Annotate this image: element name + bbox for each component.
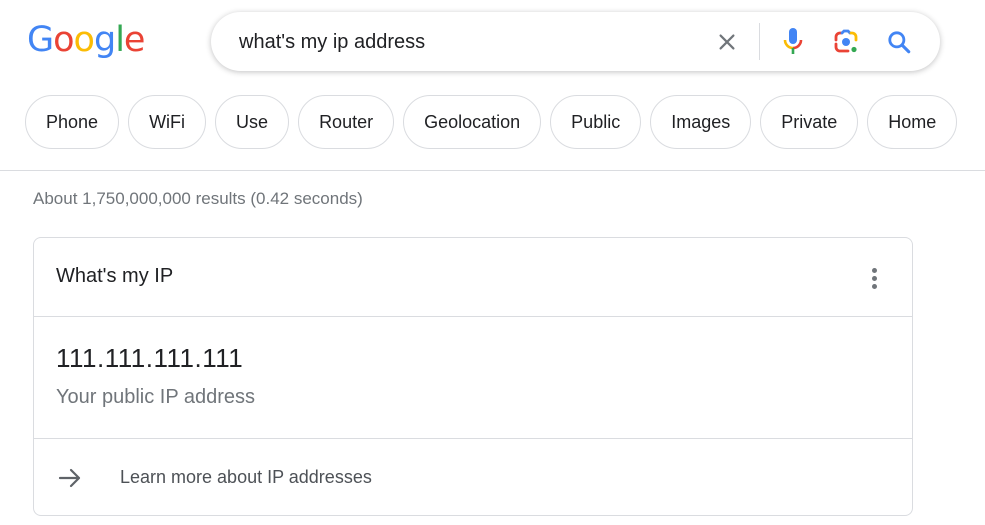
chip-public[interactable]: Public (550, 95, 642, 149)
more-options-button[interactable] (860, 264, 888, 292)
logo-letter: o (53, 20, 74, 60)
search-input[interactable] (239, 27, 679, 57)
logo-letter: l (115, 20, 125, 60)
google-logo[interactable]: Google (27, 20, 146, 60)
chip-private[interactable]: Private (760, 95, 859, 149)
chip-home[interactable]: Home (867, 95, 958, 149)
chip-phone[interactable]: Phone (25, 95, 120, 149)
lens-search-button[interactable] (831, 27, 861, 57)
more-vert-icon (871, 267, 877, 273)
search-box (211, 12, 940, 71)
card-header: What's my IP (34, 238, 912, 317)
lens-camera-icon (834, 29, 858, 53)
logo-letter: o (73, 20, 95, 60)
chip-wifi[interactable]: WiFi (128, 95, 207, 149)
card-title: What's my IP (56, 265, 174, 287)
voice-search-button[interactable] (778, 27, 808, 57)
ip-address-value: 111.111.111.111 (56, 343, 244, 373)
chip-images[interactable]: Images (650, 95, 752, 149)
logo-letter: e (123, 20, 146, 60)
search-button[interactable] (884, 27, 914, 57)
header-divider (0, 170, 985, 171)
learn-more-label: Learn more about IP addresses (120, 467, 372, 487)
card-body: 111.111.111.111 Your public IP address (34, 317, 912, 439)
result-stats: About 1,750,000,000 results (0.42 second… (33, 189, 363, 208)
chip-use[interactable]: Use (215, 95, 290, 149)
close-icon (719, 34, 735, 50)
more-vert-icon (871, 283, 877, 289)
learn-more-link[interactable]: Learn more about IP addresses (34, 439, 912, 516)
ip-address-card: What's my IP 111.111.111.111 Your public… (33, 237, 913, 516)
chip-geolocation[interactable]: Geolocation (403, 95, 542, 149)
more-vert-icon (871, 275, 877, 281)
chip-router[interactable]: Router (298, 95, 395, 149)
arrow-right-icon (58, 468, 81, 488)
logo-letter: G (27, 20, 54, 60)
logo-letter: g (93, 20, 116, 60)
search-divider (759, 23, 760, 60)
microphone-icon (783, 28, 803, 54)
ip-address-caption: Your public IP address (56, 386, 256, 408)
clear-button[interactable] (712, 27, 742, 57)
search-icon (888, 31, 911, 54)
search-refinement-chips: Phone WiFi Use Router Geolocation Public… (25, 95, 958, 149)
